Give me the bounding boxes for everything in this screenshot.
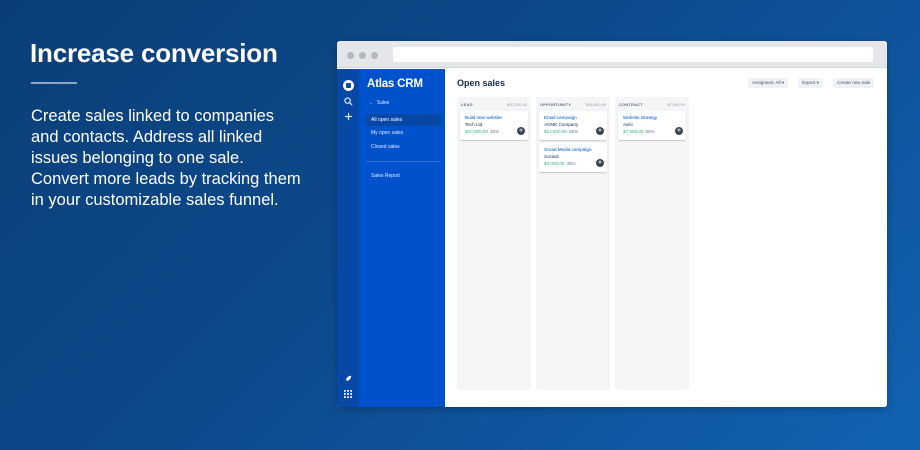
column-header: LEAD $20,000.00 xyxy=(461,101,527,108)
card-amount: $7,500.00 xyxy=(623,129,644,134)
sidebar-item-my-open-sales[interactable]: My open sales xyxy=(366,127,441,139)
card-company: Avisi xyxy=(623,122,633,127)
avatar[interactable] xyxy=(596,159,604,167)
column-total: $7,500.00 xyxy=(667,102,685,107)
board-column-opportunity: OPPORTUNITY $16,500.00 Email campaign AC… xyxy=(536,97,610,390)
column-total: $20,000.00 xyxy=(506,102,527,107)
card-amount: $20,000.00 xyxy=(465,129,488,134)
chevron-down-icon: ▾ xyxy=(816,80,819,85)
assignees-filter-button[interactable]: Assignees: All ▾ xyxy=(748,78,789,88)
chevron-down-icon: ▾ xyxy=(781,80,785,85)
export-button[interactable]: Export ▾ xyxy=(798,78,823,88)
search-icon[interactable] xyxy=(337,97,359,108)
sale-card[interactable]: Email campaign ACME Company $12,500.00 85… xyxy=(539,111,607,140)
sale-card[interactable]: Social Media campaign Sociatz $4,000.00 4… xyxy=(539,143,607,172)
column-total: $16,500.00 xyxy=(585,102,606,107)
card-value: $4,000.00 40% xyxy=(544,161,576,166)
card-amount: $12,500.00 xyxy=(544,129,567,134)
card-title[interactable]: Email campaign xyxy=(544,115,577,120)
plus-icon[interactable] xyxy=(337,112,359,123)
card-title[interactable]: Social Media campaign xyxy=(544,147,592,152)
card-title[interactable]: Build new website xyxy=(465,115,502,120)
sidebar-item-sales-report[interactable]: Sales Report xyxy=(366,170,441,182)
card-company: Tech Ltd. xyxy=(465,122,484,127)
browser-window: Atlas CRM ← Sales All open sales My open… xyxy=(337,41,887,407)
promo-description: Create sales linked to companies and con… xyxy=(31,107,301,209)
project-sidebar: Atlas CRM ← Sales All open sales My open… xyxy=(359,69,445,407)
sale-card[interactable]: Build new website Tech Ltd. $20,000.00 25… xyxy=(460,111,528,140)
card-probability: 85% xyxy=(569,129,579,134)
address-bar[interactable] xyxy=(393,47,873,62)
card-company: Sociatz xyxy=(544,154,560,159)
board-column-lead: LEAD $20,000.00 Build new website Tech L… xyxy=(457,97,531,390)
card-probability: 50% xyxy=(645,129,655,134)
promo-title: Increase conversion xyxy=(30,38,278,68)
sidebar-item-all-open-sales[interactable]: All open sales xyxy=(366,114,441,126)
sidebar-item-closed-sales[interactable]: Closed sales xyxy=(366,141,441,153)
column-header: OPPORTUNITY $16,500.00 xyxy=(540,101,606,108)
create-new-sale-button[interactable]: Create new sale xyxy=(833,78,875,88)
apps-grid-icon[interactable] xyxy=(337,390,359,400)
browser-toolbar xyxy=(337,41,887,68)
column-name: CONTRACT xyxy=(619,102,644,107)
back-to-sales-link[interactable]: ← Sales xyxy=(369,100,389,106)
avatar[interactable] xyxy=(517,127,525,135)
window-maximize-dot[interactable] xyxy=(371,52,378,59)
avatar[interactable] xyxy=(675,127,683,135)
window-close-dot[interactable] xyxy=(347,52,354,59)
sale-card[interactable]: Website strategy Avisi $7,500.00 50% xyxy=(618,111,686,140)
arrow-left-icon: ← xyxy=(369,100,374,106)
card-probability: 25% xyxy=(490,129,500,134)
page-title: Open sales xyxy=(457,78,506,88)
board-column-contract: CONTRACT $7,500.00 Website strategy Avis… xyxy=(615,97,689,390)
app-name: Atlas CRM xyxy=(367,78,423,90)
column-header: CONTRACT $7,500.00 xyxy=(619,101,685,108)
avatar[interactable] xyxy=(596,127,604,135)
assignees-filter-label: Assignees: All xyxy=(752,80,781,85)
card-amount: $4,000.00 xyxy=(544,161,565,166)
crm-app: Atlas CRM ← Sales All open sales My open… xyxy=(337,69,887,407)
sidebar-divider xyxy=(366,161,441,162)
window-minimize-dot[interactable] xyxy=(359,52,366,59)
export-label: Export xyxy=(802,80,816,85)
card-value: $12,500.00 85% xyxy=(544,129,578,134)
back-link-label: Sales xyxy=(376,100,390,106)
promo-divider xyxy=(31,82,77,84)
card-title[interactable]: Website strategy xyxy=(623,115,657,120)
card-value: $7,500.00 50% xyxy=(623,129,655,134)
board-main: Open sales Assignees: All ▾ Export ▾ Cre… xyxy=(445,69,887,407)
column-name: LEAD xyxy=(461,102,473,107)
global-nav-rail xyxy=(337,69,359,407)
column-name: OPPORTUNITY xyxy=(540,102,572,107)
rocket-icon[interactable] xyxy=(337,375,359,385)
card-value: $20,000.00 25% xyxy=(465,129,499,134)
card-probability: 40% xyxy=(566,161,576,166)
card-company: ACME Company xyxy=(544,122,579,127)
logo-icon[interactable] xyxy=(343,80,354,91)
